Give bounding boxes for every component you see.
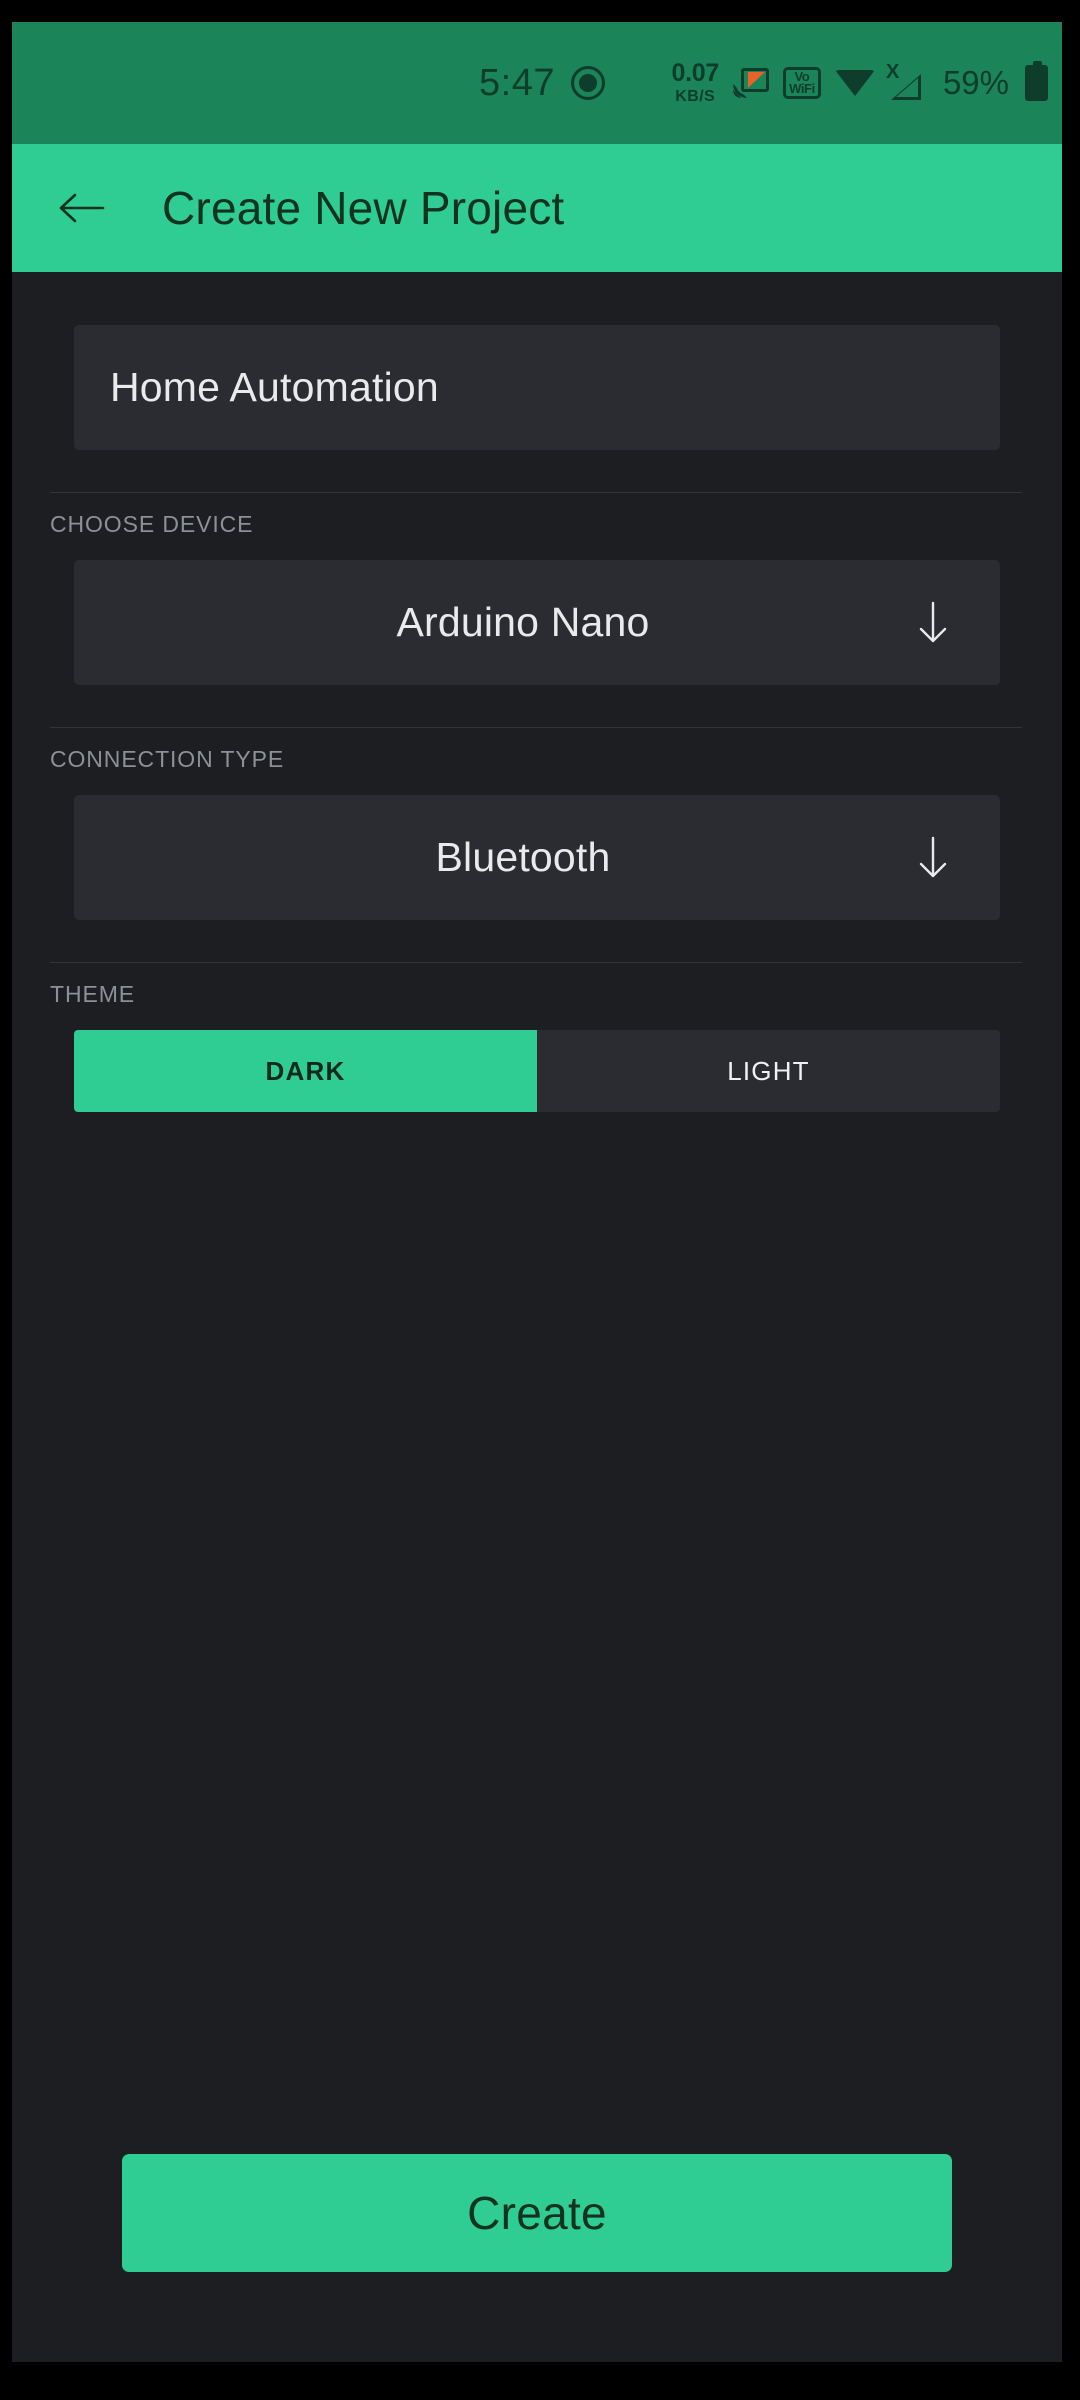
project-name-value: Home Automation — [110, 364, 439, 410]
choose-device-section: CHOOSE DEVICE Arduino Nano — [12, 492, 1062, 685]
battery-icon — [1025, 61, 1048, 101]
vowifi-icon-line2: WiFi — [789, 81, 815, 96]
choose-device-arrow[interactable] — [916, 600, 950, 646]
status-bar-clock: 5:47 — [479, 62, 555, 104]
choose-device-label: CHOOSE DEVICE — [50, 511, 254, 537]
create-button-label: Create — [467, 2187, 607, 2239]
battery-percent-label: 59% — [942, 64, 1009, 101]
theme-option-light[interactable]: LIGHT — [537, 1030, 1000, 1112]
screen-cast-icon — [732, 68, 769, 98]
connection-type-label: CONNECTION TYPE — [50, 746, 285, 772]
page-title: Create New Project — [162, 182, 565, 234]
choose-device-dropdown[interactable]: Arduino Nano — [74, 560, 1000, 685]
status-bar: 5:47 0.07 KB/S Vo WiFi X 59% — [12, 22, 1062, 144]
network-speed-value: 0.07 — [671, 59, 719, 87]
form-content: Home Automation CHOOSE DEVICE Arduino Na… — [12, 325, 1062, 2362]
theme-section: THEME DARK LIGHT — [12, 962, 1062, 1112]
choose-device-value: Arduino Nano — [396, 599, 650, 645]
theme-label: THEME — [50, 981, 135, 1007]
create-button[interactable]: Create — [122, 2154, 952, 2272]
connection-type-arrow[interactable] — [916, 835, 950, 881]
phone-screen: 5:47 0.07 KB/S Vo WiFi X 59% Create New … — [12, 22, 1062, 2362]
screen-record-icon — [570, 66, 605, 100]
vowifi-icon: Vo WiFi — [782, 67, 821, 99]
connection-type-dropdown[interactable]: Bluetooth — [74, 795, 1000, 920]
arrow-down-icon — [919, 601, 947, 642]
theme-option-dark[interactable]: DARK — [74, 1030, 537, 1112]
network-speed-indicator: 0.07 KB/S — [671, 59, 719, 105]
mobile-signal-off-icon: X — [886, 62, 929, 100]
connection-type-section: CONNECTION TYPE Bluetooth — [12, 727, 1062, 920]
network-speed-unit: KB/S — [675, 88, 716, 105]
app-bar: Create New Project — [12, 144, 1062, 272]
wifi-icon — [834, 68, 875, 98]
back-button[interactable] — [54, 180, 110, 236]
theme-toggle-group: DARK LIGHT — [74, 1030, 1000, 1112]
project-name-input[interactable]: Home Automation — [74, 325, 1000, 450]
status-bar-icons: 0.07 KB/S Vo WiFi X 59% — [671, 22, 1048, 144]
device-frame: 5:47 0.07 KB/S Vo WiFi X 59% Create New … — [0, 0, 1080, 2400]
arrow-left-icon — [59, 193, 105, 223]
arrow-down-icon — [919, 836, 947, 877]
connection-type-value: Bluetooth — [435, 834, 611, 880]
